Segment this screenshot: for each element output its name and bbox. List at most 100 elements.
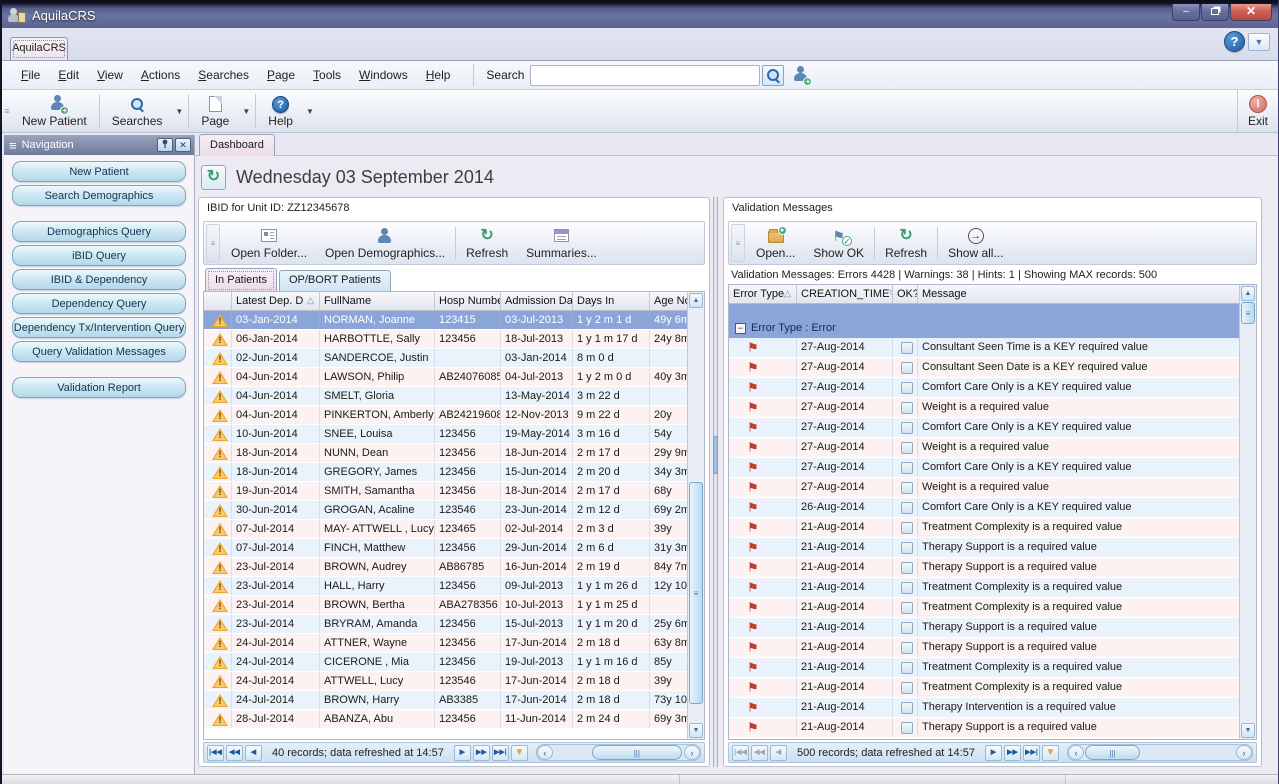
page-button[interactable]: Page (191, 90, 239, 132)
tab-dashboard[interactable]: Dashboard (199, 134, 275, 156)
column-header-creation-time[interactable]: CREATION_TIME▽ (797, 285, 893, 303)
validation-row[interactable]: ⚑21-Aug-2014Treatment Complexity is a re… (729, 658, 1239, 678)
sidebar-item-validation-report[interactable]: Validation Report (12, 377, 186, 398)
fast-prev-button[interactable]: ◀◀ (751, 745, 768, 761)
ok-checkbox[interactable] (901, 542, 913, 554)
column-header-admission-date[interactable]: Admission Date (501, 292, 573, 310)
patient-row[interactable]: 02-Jun-2014SANDERCOE, Justin03-Jan-20148… (204, 349, 687, 368)
menu-item-windows[interactable]: Windows (350, 64, 417, 86)
open-validation-button[interactable]: ● Open... (747, 222, 804, 264)
scrollbar-thumb[interactable]: ||| (592, 745, 682, 760)
ok-checkbox[interactable] (901, 462, 913, 474)
validation-row[interactable]: ⚑27-Aug-2014Weight is a required value (729, 438, 1239, 458)
refresh-patients-button[interactable]: ↻ Refresh (457, 222, 517, 264)
ok-checkbox[interactable] (901, 582, 913, 594)
column-header-ok[interactable]: OK? (893, 285, 918, 303)
ok-checkbox[interactable] (901, 442, 913, 454)
tab-op-bort-patients[interactable]: OP/BORT Patients (279, 270, 391, 291)
new-patient-button[interactable]: + New Patient (12, 90, 97, 132)
refresh-validation-button[interactable]: ↻ Refresh (876, 222, 936, 264)
validation-row[interactable]: ⚑21-Aug-2014Therapy Support is a require… (729, 718, 1239, 738)
filter-button[interactable]: ▼ (1042, 745, 1059, 761)
column-header-hosp-number[interactable]: Hosp Number (435, 292, 501, 310)
first-page-button[interactable]: |◀◀ (207, 745, 224, 761)
column-header-days-in[interactable]: Days In (573, 292, 650, 310)
dashboard-refresh-button[interactable]: ↻ (201, 165, 226, 190)
toolbar-grip[interactable]: ≡ (731, 224, 745, 262)
ok-checkbox[interactable] (901, 362, 913, 374)
show-ok-button[interactable]: ⚑✓ Show OK (804, 222, 873, 264)
validation-row[interactable]: ⚑21-Aug-2014Treatment Complexity is a re… (729, 578, 1239, 598)
prev-page-button[interactable]: ◀ (245, 745, 262, 761)
scrollbar-thumb[interactable]: ≡ (1241, 302, 1255, 324)
patient-row[interactable]: 23-Jul-2014BROWN, BerthaABA27835610-Jul-… (204, 596, 687, 615)
scroll-up-icon[interactable]: ▲ (689, 293, 703, 308)
patient-row[interactable]: 24-Jul-2014ATTNER, Wayne12345617-Jun-201… (204, 634, 687, 653)
patient-row[interactable]: 23-Jul-2014BRYRAM, Amanda12345615-Jul-20… (204, 615, 687, 634)
validation-row[interactable]: ⚑21-Aug-2014Treatment Complexity is a re… (729, 518, 1239, 538)
menu-item-help[interactable]: Help (417, 64, 460, 86)
close-panel-icon[interactable]: ✕ (175, 138, 191, 152)
ok-checkbox[interactable] (901, 722, 913, 734)
validation-row[interactable]: ⚑27-Aug-2014Comfort Care Only is a KEY r… (729, 378, 1239, 398)
ok-checkbox[interactable] (901, 402, 913, 414)
patient-row[interactable]: 23-Jul-2014BROWN, AudreyAB8678516-Jun-20… (204, 558, 687, 577)
patient-row[interactable]: 03-Jan-2014NORMAN, Joanne12341503-Jul-20… (204, 311, 687, 330)
exit-button[interactable]: ⏽ Exit (1238, 90, 1278, 132)
last-page-button[interactable]: ▶▶| (1023, 745, 1040, 761)
ok-checkbox[interactable] (901, 622, 913, 634)
ok-checkbox[interactable] (901, 482, 913, 494)
patient-row[interactable]: 07-Jul-2014MAY- ATTWELL , Lucy12346502-J… (204, 520, 687, 539)
ok-checkbox[interactable] (901, 702, 913, 714)
ok-checkbox[interactable] (901, 662, 913, 674)
patient-row[interactable]: 28-Jul-2014ABANZA, Abu12345611-Jun-20142… (204, 710, 687, 729)
scrollbar-thumb[interactable]: ||| (1085, 745, 1140, 760)
patient-row[interactable]: 30-Jun-2014GROGAN, Acaline12354623-Jun-2… (204, 501, 687, 520)
patient-row[interactable]: 06-Jan-2014HARBOTTLE, Sally12345618-Jul-… (204, 330, 687, 349)
scroll-up-icon[interactable]: ▲ (1241, 286, 1255, 301)
show-all-button[interactable]: → Show all... (939, 222, 1012, 264)
open-folder-button[interactable]: Open Folder... (222, 222, 316, 264)
hamburger-icon[interactable]: ≡ (9, 138, 17, 153)
close-button[interactable]: ✕ (1230, 4, 1272, 21)
next-page-button[interactable]: ▶ (985, 745, 1002, 761)
validation-row[interactable]: ⚑26-Aug-2014Comfort Care Only is a KEY r… (729, 498, 1239, 518)
prev-page-button[interactable]: ◀ (770, 745, 787, 761)
toolbar-grip[interactable]: ≡ (206, 224, 220, 262)
fast-next-button[interactable]: ▶▶ (473, 745, 490, 761)
ok-checkbox[interactable] (901, 562, 913, 574)
column-header-fullname[interactable]: FullName (320, 292, 435, 310)
validation-row[interactable]: ⚑21-Aug-2014Therapy Support is a require… (729, 538, 1239, 558)
scroll-right-icon[interactable]: › (1236, 745, 1252, 760)
validation-row[interactable]: ⚑21-Aug-2014Therapy Support is a require… (729, 558, 1239, 578)
next-page-button[interactable]: ▶ (454, 745, 471, 761)
patients-horizontal-scrollbar[interactable]: ‹ ||| › (536, 744, 701, 761)
column-header-icon[interactable] (204, 292, 232, 310)
sidebar-item-new-patient[interactable]: New Patient (12, 161, 186, 182)
column-header-latest-dep[interactable]: Latest Dep. D△ (232, 292, 320, 310)
patient-row[interactable]: 07-Jul-2014FINCH, Matthew12345629-Jun-20… (204, 539, 687, 558)
toolbar-grip[interactable]: ≡ (2, 90, 12, 132)
ok-checkbox[interactable] (901, 602, 913, 614)
search-input[interactable] (530, 65, 760, 86)
ok-checkbox[interactable] (901, 502, 913, 514)
validation-row[interactable]: ⚑27-Aug-2014Weight is a required value (729, 478, 1239, 498)
ok-checkbox[interactable] (901, 382, 913, 394)
collapse-icon[interactable]: − (735, 323, 746, 334)
menu-item-actions[interactable]: Actions (132, 64, 189, 86)
sidebar-item-dependency-query[interactable]: Dependency Query (12, 293, 186, 314)
column-header-error-type[interactable]: Error Type△ (729, 285, 797, 303)
patient-row[interactable]: 18-Jun-2014NUNN, Dean12345618-Jun-20142 … (204, 444, 687, 463)
validation-row[interactable]: ⚑27-Aug-2014Weight is a required value (729, 398, 1239, 418)
menu-item-file[interactable]: File (12, 64, 49, 86)
column-header-message[interactable]: Message (918, 285, 1256, 303)
page-dropdown-arrow[interactable]: ▼ (239, 107, 253, 116)
splitter-thumb[interactable] (713, 436, 718, 474)
fast-prev-button[interactable]: ◀◀ (226, 745, 243, 761)
search-button[interactable] (762, 65, 784, 86)
validation-row[interactable]: ⚑27-Aug-2014Comfort Care Only is a KEY r… (729, 418, 1239, 438)
menu-item-page[interactable]: Page (258, 64, 304, 86)
fast-next-button[interactable]: ▶▶ (1004, 745, 1021, 761)
group-row-error-type[interactable]: − Error Type : Error (729, 318, 1239, 338)
patient-row[interactable]: 04-Jun-2014PINKERTON, AmberlyAB242196081… (204, 406, 687, 425)
